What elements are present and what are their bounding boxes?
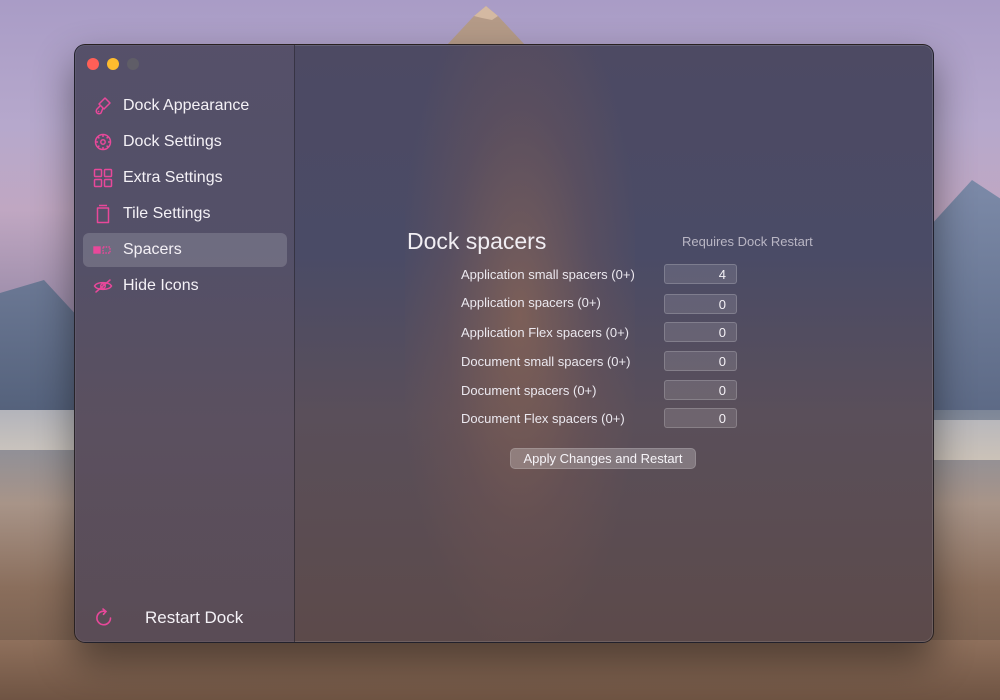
sidebar-item-dock-settings[interactable]: Dock Settings [83,125,287,159]
field-row-application-spacers: Application spacers (0+) [461,292,737,314]
sidebar-item-label: Spacers [123,241,182,258]
close-button[interactable] [87,58,99,70]
traffic-lights [87,58,139,70]
sidebar-item-label: Tile Settings [123,205,211,222]
restart-dock-button[interactable]: Restart Dock [93,603,243,633]
desktop-mountain-left [0,280,80,410]
field-label: Application Flex spacers (0+) [461,324,629,340]
document-flex-spacers-input[interactable] [664,408,737,428]
restart-required-note: Requires Dock Restart [682,234,813,249]
desktop-salt-flat-right [930,420,1000,460]
restart-dock-label: Restart Dock [145,608,244,627]
field-row-document-spacers: Document spacers (0+) [461,380,737,400]
sidebar-item-spacers[interactable]: Spacers [83,233,287,267]
apply-changes-button[interactable]: Apply Changes and Restart [510,448,696,469]
main-content: Dock spacers Requires Dock Restart Appli… [295,45,933,642]
document-spacers-input[interactable] [664,380,737,400]
refresh-icon [93,607,115,629]
spacer-icon [93,240,113,260]
paintbrush-icon [93,96,113,116]
sidebar-item-label: Dock Appearance [123,97,250,114]
sidebar-item-hide-icons[interactable]: Hide Icons [83,269,287,303]
zoom-button[interactable] [127,58,139,70]
sidebar: Dock Appearance Dock Settings Extra Sett… [75,45,295,642]
application-small-spacers-input[interactable] [664,264,737,284]
sidebar-item-extra-settings[interactable]: Extra Settings [83,161,287,195]
application-spacers-input[interactable] [664,294,737,314]
desktop-ground [0,640,1000,700]
field-row-document-flex-spacers: Document Flex spacers (0+) [461,408,737,428]
sidebar-item-tile-settings[interactable]: Tile Settings [83,197,287,231]
desktop-mountain-peak [446,6,526,46]
sidebar-nav: Dock Appearance Dock Settings Extra Sett… [83,89,287,305]
sidebar-item-label: Dock Settings [123,133,222,150]
desktop-mountain-right [930,180,1000,410]
field-label: Document spacers (0+) [461,382,597,398]
sidebar-item-label: Hide Icons [123,277,199,294]
eye-slash-icon [93,276,113,296]
field-row-application-flex-spacers: Application Flex spacers (0+) [461,322,737,342]
field-label: Document Flex spacers (0+) [461,410,625,426]
page-title: Dock spacers [407,228,547,254]
minimize-button[interactable] [107,58,119,70]
trash-tile-icon [93,204,113,224]
field-label: Document small spacers (0+) [461,353,631,369]
desktop-salt-flat-left [0,410,80,450]
document-small-spacers-input[interactable] [664,351,737,371]
sidebar-item-dock-appearance[interactable]: Dock Appearance [83,89,287,123]
app-window: Dock Appearance Dock Settings Extra Sett… [74,44,934,643]
grid-icon [93,168,113,188]
gear-icon [93,132,113,152]
field-label: Application spacers (0+) [461,294,601,310]
field-row-application-small-spacers: Application small spacers (0+) [461,264,737,284]
field-label: Application small spacers (0+) [461,266,635,282]
sidebar-item-label: Extra Settings [123,169,223,186]
application-flex-spacers-input[interactable] [664,322,737,342]
field-row-document-small-spacers: Document small spacers (0+) [461,351,737,371]
